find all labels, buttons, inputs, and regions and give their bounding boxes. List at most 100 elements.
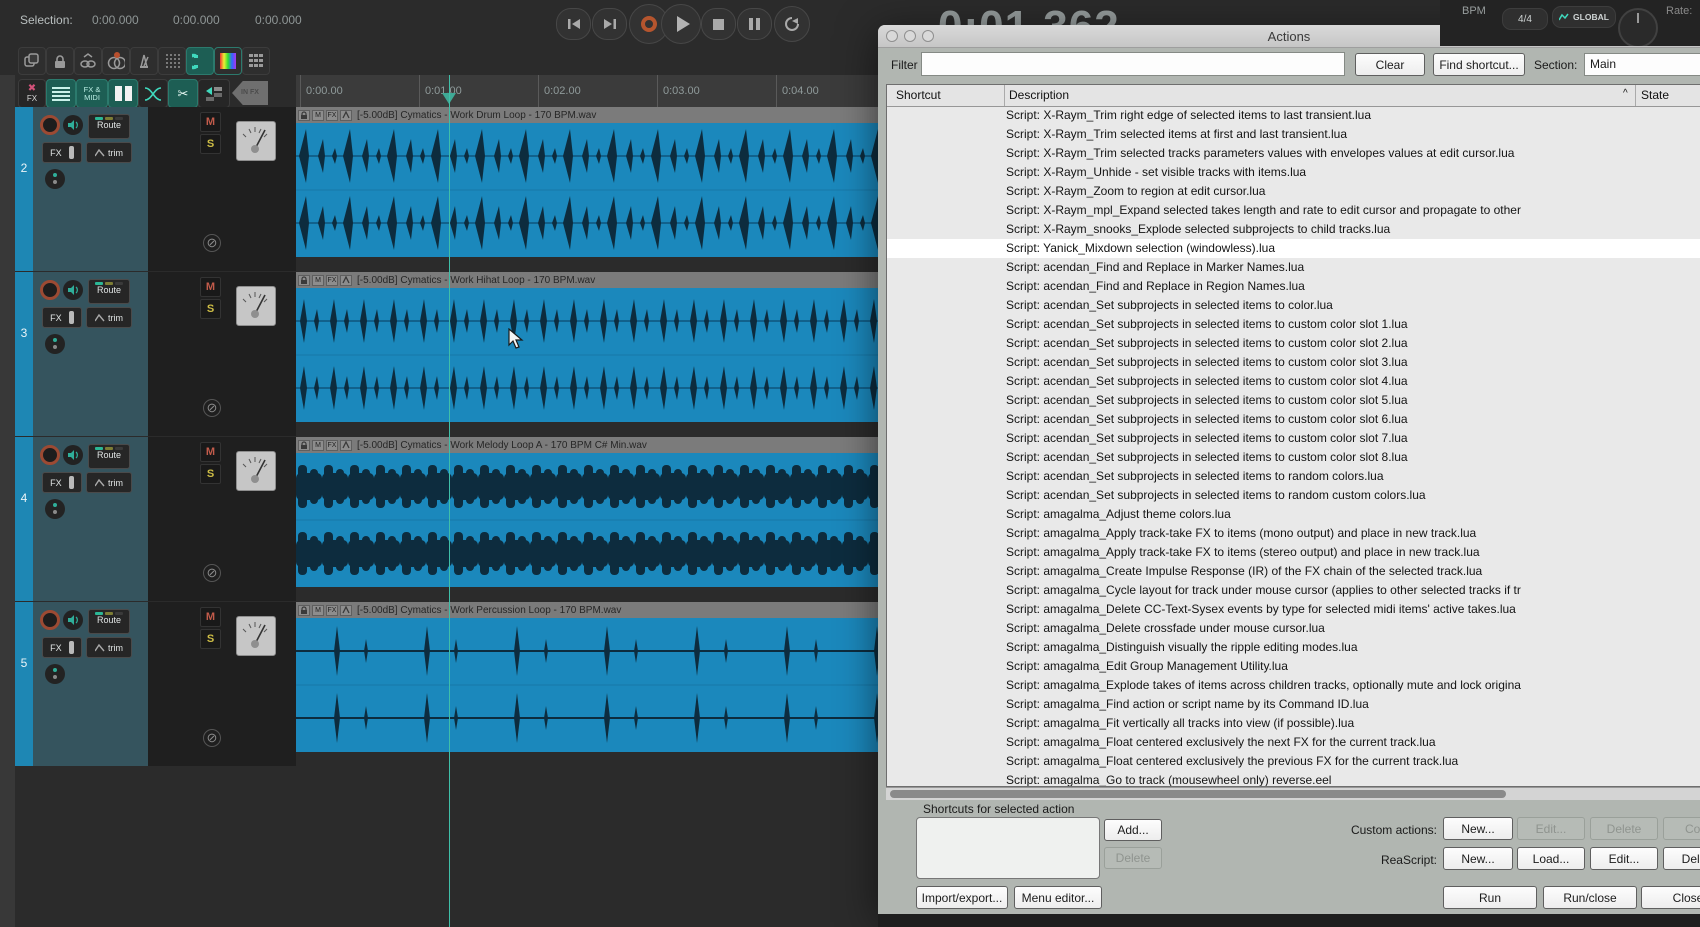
time-signature-button[interactable]: 4/4 bbox=[1502, 8, 1548, 30]
find-shortcut-button[interactable]: Find shortcut... bbox=[1433, 53, 1525, 76]
pause-button[interactable] bbox=[737, 8, 772, 40]
action-row[interactable]: Script: amagalma_Adjust theme colors.lua bbox=[887, 505, 1700, 524]
trim-button[interactable]: trim bbox=[86, 307, 132, 328]
selection-start[interactable]: 0:00.000 bbox=[92, 13, 139, 27]
record-monitor-button[interactable] bbox=[63, 610, 83, 630]
action-row[interactable]: Script: amagalma_Find action or script n… bbox=[887, 695, 1700, 714]
phase-invert-button[interactable]: ⊘ bbox=[203, 234, 221, 252]
action-row[interactable]: Script: amagalma_Fit vertically all trac… bbox=[887, 714, 1700, 733]
add-shortcut-button[interactable]: Add... bbox=[1104, 819, 1162, 841]
route-button[interactable]: Route bbox=[88, 114, 130, 139]
repeat-button[interactable] bbox=[774, 6, 810, 42]
stop-button[interactable] bbox=[701, 8, 736, 40]
shortcut-listbox[interactable] bbox=[916, 817, 1100, 879]
custom-new-button[interactable]: New... bbox=[1443, 817, 1513, 840]
action-row[interactable]: Script: amagalma_Create Impulse Response… bbox=[887, 562, 1700, 581]
mute-button[interactable]: M bbox=[200, 112, 221, 132]
item-fx-flag[interactable]: FX bbox=[326, 605, 338, 616]
column-description[interactable]: Description bbox=[1009, 88, 1069, 102]
delete-shortcut-button[interactable]: Delete bbox=[1104, 847, 1162, 869]
record-arm-button[interactable] bbox=[40, 445, 60, 465]
route-button[interactable]: Route bbox=[88, 279, 130, 304]
filter-input[interactable] bbox=[921, 52, 1345, 76]
action-row[interactable]: Script: X-Raym_snooks_Explode selected s… bbox=[887, 220, 1700, 239]
fx-midi-button[interactable]: FX & MIDI bbox=[76, 79, 108, 108]
action-row[interactable]: Script: amagalma_Apply track-take FX to … bbox=[887, 524, 1700, 543]
column-divider[interactable] bbox=[1004, 85, 1005, 106]
track-select-strip[interactable]: 3 bbox=[15, 272, 33, 436]
envelope-points-button[interactable] bbox=[102, 47, 130, 75]
grouping-button[interactable] bbox=[74, 47, 102, 75]
item-envelope-icon[interactable] bbox=[340, 605, 352, 616]
scrollbar-thumb[interactable] bbox=[890, 790, 1506, 798]
item-lock-icon[interactable] bbox=[298, 275, 310, 286]
custom-copy-button[interactable]: Copy bbox=[1663, 817, 1700, 840]
fx-button[interactable]: FX bbox=[42, 142, 82, 163]
item-lock-icon[interactable] bbox=[298, 605, 310, 616]
record-arm-button[interactable] bbox=[40, 280, 60, 300]
theme-color-button[interactable] bbox=[214, 47, 242, 75]
fx-button[interactable]: FX bbox=[42, 637, 82, 658]
mute-button[interactable]: M bbox=[200, 607, 221, 627]
item-mute-flag[interactable]: M bbox=[312, 110, 324, 121]
track-menu-button[interactable] bbox=[45, 499, 65, 519]
track-menu-button[interactable] bbox=[45, 664, 65, 684]
snap-toggle-button[interactable] bbox=[186, 47, 214, 75]
run-close-button[interactable]: Run/close bbox=[1543, 886, 1637, 909]
split-button[interactable] bbox=[108, 79, 138, 108]
action-row[interactable]: Script: X-Raym_Trim selected tracks para… bbox=[887, 144, 1700, 163]
reascript-delete-button[interactable]: Delete bbox=[1663, 847, 1700, 870]
track-select-strip[interactable]: 5 bbox=[15, 602, 33, 766]
solo-button[interactable]: S bbox=[200, 629, 221, 649]
duplicate-items-button[interactable] bbox=[18, 47, 46, 75]
item-envelope-icon[interactable] bbox=[340, 110, 352, 121]
custom-delete-button[interactable]: Delete bbox=[1590, 817, 1658, 840]
metronome-button[interactable] bbox=[130, 47, 158, 75]
selection-length[interactable]: 0:00.000 bbox=[255, 13, 302, 27]
go-to-start-button[interactable] bbox=[556, 8, 591, 40]
action-row[interactable]: Script: X-Raym_Trim selected items at fi… bbox=[887, 125, 1700, 144]
phase-invert-button[interactable]: ⊘ bbox=[203, 399, 221, 417]
action-row[interactable]: Script: amagalma_Cycle layout for track … bbox=[887, 581, 1700, 600]
action-row[interactable]: Script: acendan_Set subprojects in selec… bbox=[887, 353, 1700, 372]
item-envelope-icon[interactable] bbox=[340, 275, 352, 286]
action-row[interactable]: Script: amagalma_Delete CC-Text-Sysex ev… bbox=[887, 600, 1700, 619]
record-arm-button[interactable] bbox=[40, 610, 60, 630]
clear-button[interactable]: Clear bbox=[1355, 53, 1425, 76]
trim-button[interactable]: trim bbox=[86, 637, 132, 658]
action-row[interactable]: Script: acendan_Set subprojects in selec… bbox=[887, 315, 1700, 334]
action-row[interactable]: Script: acendan_Find and Replace in Regi… bbox=[887, 277, 1700, 296]
action-row[interactable]: Script: acendan_Set subprojects in selec… bbox=[887, 334, 1700, 353]
item-lock-icon[interactable] bbox=[298, 440, 310, 451]
action-row[interactable]: Script: amagalma_Delete crossfade under … bbox=[887, 619, 1700, 638]
column-shortcut[interactable]: Shortcut bbox=[896, 88, 941, 102]
monitor-fx-button[interactable]: IN FX bbox=[232, 81, 268, 105]
list-header[interactable]: Shortcut Description ^ State bbox=[887, 85, 1700, 107]
import-export-button[interactable]: Import/export... bbox=[916, 886, 1008, 909]
action-row[interactable]: Script: amagalma_Distinguish visually th… bbox=[887, 638, 1700, 657]
item-lock-icon[interactable] bbox=[298, 110, 310, 121]
route-button[interactable]: Route bbox=[88, 609, 130, 634]
mixer-lanes-button[interactable] bbox=[46, 79, 76, 108]
action-row[interactable]: Script: acendan_Set subprojects in selec… bbox=[887, 486, 1700, 505]
lock-button[interactable] bbox=[46, 47, 74, 75]
action-row[interactable]: Script: acendan_Set subprojects in selec… bbox=[887, 410, 1700, 429]
global-automation-button[interactable]: GLOBAL bbox=[1552, 6, 1616, 28]
action-row[interactable]: Script: acendan_Set subprojects in selec… bbox=[887, 429, 1700, 448]
action-list[interactable]: Shortcut Description ^ State Script: X-R… bbox=[886, 84, 1700, 787]
menu-editor-button[interactable]: Menu editor... bbox=[1014, 886, 1102, 909]
track-menu-button[interactable] bbox=[45, 169, 65, 189]
mute-button[interactable]: M bbox=[200, 442, 221, 462]
reascript-load-button[interactable]: Load... bbox=[1517, 847, 1585, 870]
matrix-button[interactable] bbox=[242, 47, 270, 75]
track-menu-button[interactable] bbox=[45, 334, 65, 354]
trim-button[interactable]: trim bbox=[86, 142, 132, 163]
fx-button[interactable]: FX bbox=[42, 472, 82, 493]
action-row[interactable]: Script: acendan_Find and Replace in Mark… bbox=[887, 258, 1700, 277]
play-button[interactable] bbox=[661, 4, 701, 44]
item-mute-flag[interactable]: M bbox=[312, 275, 324, 286]
action-row[interactable]: Script: amagalma_Float centered exclusiv… bbox=[887, 752, 1700, 771]
item-fx-flag[interactable]: FX bbox=[326, 110, 338, 121]
item-envelope-icon[interactable] bbox=[340, 440, 352, 451]
track-select-strip[interactable]: 2 bbox=[15, 107, 33, 271]
